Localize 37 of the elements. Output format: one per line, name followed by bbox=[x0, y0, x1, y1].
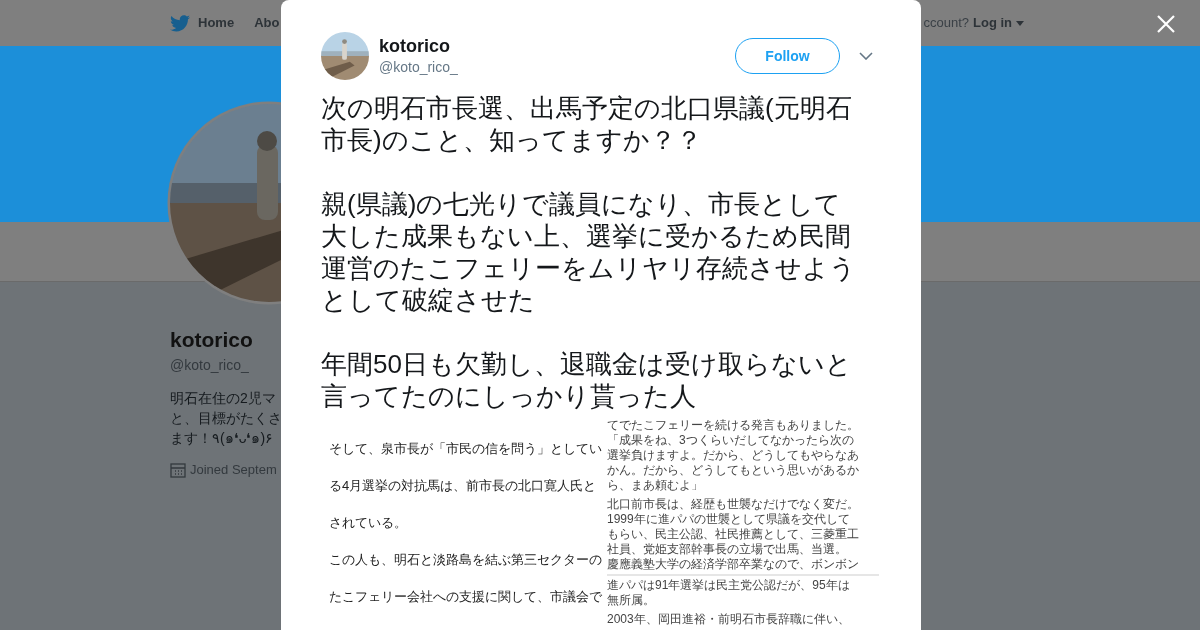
article-line: 社員、党姫支部幹事長の立場で出馬、当選。 bbox=[607, 542, 848, 557]
article-line: る4月選挙の対抗馬は、前市長の北口寛人氏と bbox=[329, 477, 598, 495]
profile-bio: 明石在住の2児マ と、目標がたくさ ます！٩(๑❛ᴗ❛๑)۶ bbox=[170, 389, 282, 448]
joined-date: Joined Septem bbox=[190, 461, 277, 479]
article-line: この人も、明石と淡路島を結ぶ第三セクターの bbox=[329, 551, 603, 569]
article-line: 1999年に進パパの世襲として県議を交代して bbox=[607, 512, 851, 527]
caret-icon bbox=[1016, 20, 1024, 26]
login-link[interactable]: Log in bbox=[973, 13, 1024, 33]
tweet-text: 次の明石市長選、出馬予定の北口県議(元明石市長)のこと、知ってますか？？ bbox=[321, 92, 853, 156]
author-name: kotorico bbox=[379, 34, 451, 57]
profile-handle: @koto_rico_ bbox=[170, 356, 249, 375]
nav-link[interactable]: Abo bbox=[254, 13, 280, 33]
bird-icon bbox=[170, 14, 190, 32]
article-line: もらい、民主公認、社民推薦として、三菱重工 bbox=[607, 527, 860, 542]
article-line: たこフェリー会社への支援に関して、市議会で bbox=[329, 588, 603, 606]
tweet-text: 年間50日も欠勤し、退職金は受け取らないと言ってたのにしっかり貰った人 bbox=[321, 348, 853, 412]
author-handle: @koto_rico_ bbox=[379, 57, 458, 77]
article-line: 北口前市長は、経歴も世襲なだけでなく変だ。 bbox=[607, 497, 860, 512]
tweet-text: 親(県議)の七光りで議員になり、市長として大した成果もない上、選挙に受かるため民間運営のたこフェリーをムリヤリ存続させようとして破綻させた bbox=[321, 188, 857, 316]
calendar-icon bbox=[170, 461, 186, 478]
article-line: 進パパは91年選挙は民主党公認だが、95年は bbox=[607, 578, 851, 593]
chevron-down-icon[interactable] bbox=[859, 52, 873, 60]
article-line: されている。 bbox=[329, 514, 408, 532]
article-line: 選挙負けますよ。だから、どうしてもやらなあ bbox=[607, 448, 860, 463]
article-line: 2003年、岡田進裕・前明石市長辞職に伴い、 bbox=[607, 612, 851, 627]
article-line: そして、泉市長が「市民の信を問う」としてい bbox=[329, 440, 603, 458]
article-line: てでたこフェリーを続ける発言もありました。 bbox=[607, 418, 860, 433]
close-icon bbox=[1156, 14, 1176, 34]
article-line: かん。だから、どうしてもという思いがあるか bbox=[607, 463, 860, 478]
article-line: 無所属。 bbox=[607, 593, 656, 608]
article-line: ら、まあ頼むよ」 bbox=[607, 478, 704, 493]
profile-name: kotorico bbox=[170, 327, 253, 353]
article-line: 慶應義塾大学の経済学部卒業なので、ボンボン bbox=[607, 557, 860, 572]
close-button[interactable] bbox=[1156, 14, 1176, 34]
nav-link[interactable]: Home bbox=[198, 13, 235, 33]
article-line: 「成果をね、3つくらいだしてなかったら次の bbox=[607, 433, 855, 448]
account-prompt: ccount? bbox=[923, 14, 969, 33]
